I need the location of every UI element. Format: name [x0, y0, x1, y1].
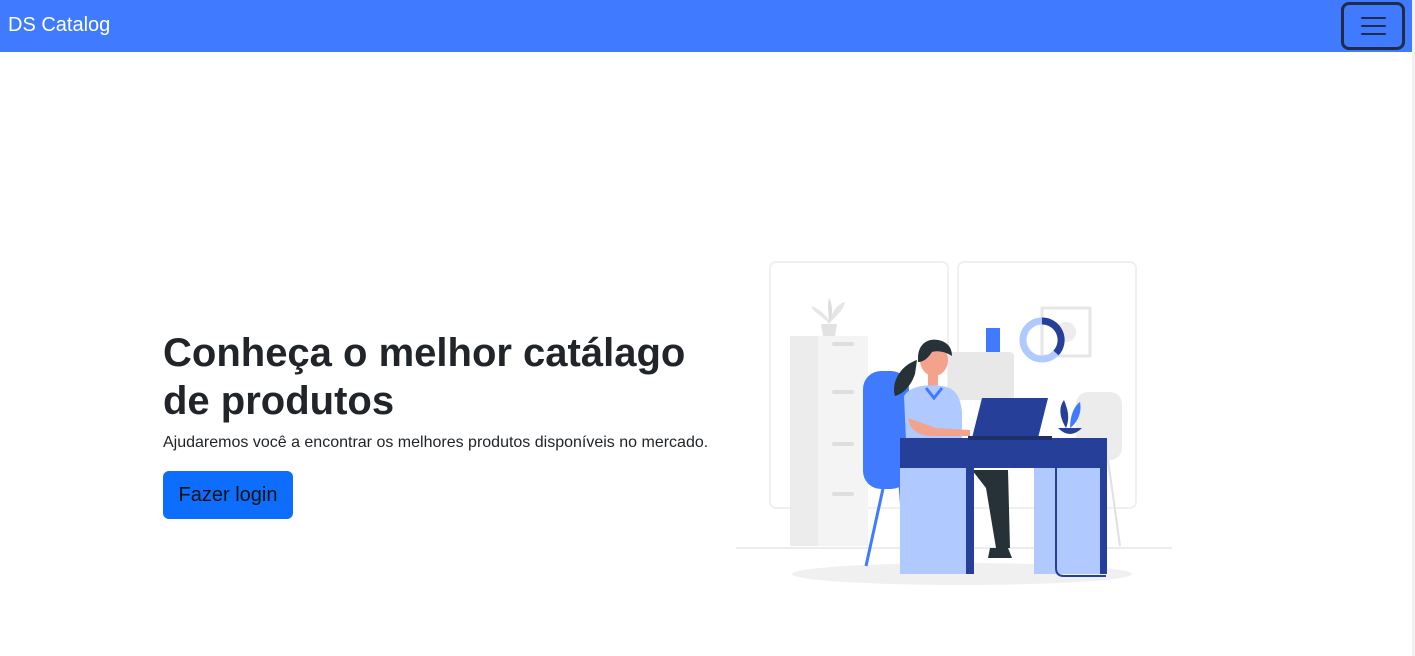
brand-link[interactable]: DS Catalog [8, 13, 110, 37]
page-title: Conheça o melhor catálago de produtos [163, 331, 686, 423]
login-button[interactable]: Fazer login [163, 471, 293, 519]
potted-plant-icon [811, 298, 845, 336]
laptop-icon [968, 398, 1052, 440]
navbar-toggle-button[interactable] [1341, 2, 1405, 50]
page-subtitle: Ajudaremos você a encontrar os melhores … [163, 434, 709, 451]
woman-at-desk-illustration [736, 261, 1172, 585]
navbar: DS Catalog [0, 0, 1412, 52]
desk-plant-icon [1058, 400, 1082, 434]
